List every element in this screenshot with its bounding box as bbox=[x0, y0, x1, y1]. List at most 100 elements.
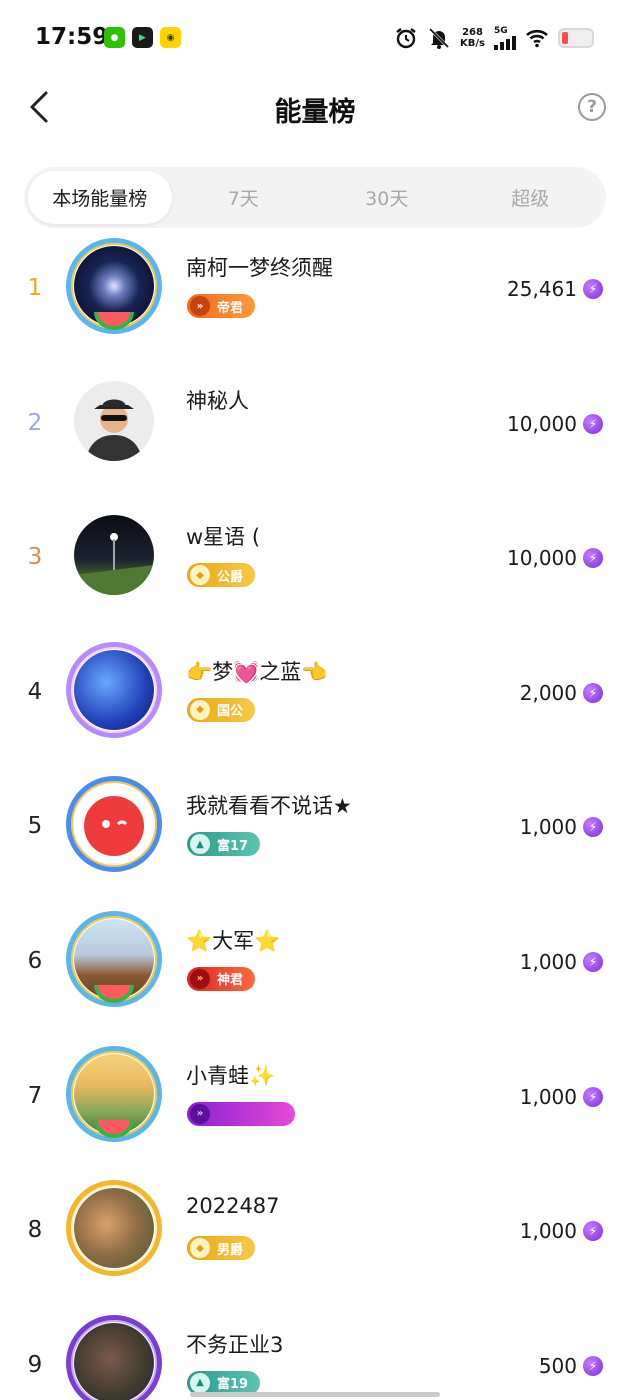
ranking-row[interactable]: 8 2022487 ◆ 男爵 1,000 ⚡ bbox=[0, 1164, 630, 1299]
user-name: 不务正业3 bbox=[186, 1332, 284, 1357]
ranking-row[interactable]: 3 w星语 ( ◆ 公爵 10,000 ⚡ bbox=[0, 491, 630, 626]
avatar[interactable] bbox=[66, 1180, 162, 1280]
energy-score: 1,000 ⚡ bbox=[520, 950, 603, 974]
avatar-image bbox=[74, 1322, 154, 1400]
scroll-indicator bbox=[190, 1392, 440, 1397]
user-name: 我就看看不说话★ bbox=[186, 794, 352, 819]
avatar[interactable] bbox=[66, 373, 162, 473]
diamond-rank-icon: ◆ bbox=[190, 565, 210, 586]
energy-score: 25,461 ⚡ bbox=[507, 277, 603, 301]
badge-label: 国公 bbox=[217, 704, 244, 720]
ranking-row[interactable]: 7 小青蛙✨ » 1,000 ⚡ bbox=[0, 1030, 630, 1165]
alarm-icon bbox=[396, 28, 416, 49]
tab-super[interactable]: 超级 bbox=[459, 171, 603, 224]
energy-lightning-icon: ⚡ bbox=[583, 951, 603, 972]
avatar[interactable] bbox=[66, 910, 162, 1011]
energy-lightning-icon: ⚡ bbox=[583, 548, 603, 569]
avatar-image bbox=[74, 1188, 154, 1269]
watermelon-decoration-icon bbox=[94, 984, 134, 1003]
level-badge: ◆ 男爵 bbox=[187, 1236, 256, 1261]
level-badge: ◆ 公爵 bbox=[187, 563, 256, 588]
energy-score: 1,000 ⚡ bbox=[520, 815, 603, 839]
level-badge: » 帝君 bbox=[187, 294, 256, 318]
ranking-row[interactable]: 1 南柯一梦终须醒 » 帝君 25,461 ⚡ bbox=[0, 222, 630, 357]
status-bar: 17:59 ● ▶ ◉ 268 KB/s 5G bbox=[0, 0, 630, 76]
badge-label: 富19 bbox=[217, 1377, 249, 1393]
level-badge: ◆ 国公 bbox=[187, 697, 256, 722]
tab-30-days[interactable]: 30天 bbox=[315, 171, 459, 224]
rank-number: 6 bbox=[27, 947, 43, 974]
energy-lightning-icon: ⚡ bbox=[583, 817, 603, 838]
signal-icon bbox=[494, 36, 516, 50]
triangle-rank-icon: ▲ bbox=[190, 834, 210, 855]
avatar[interactable] bbox=[66, 776, 162, 876]
ranking-list: 1 南柯一梦终须醒 » 帝君 25,461 ⚡ 2 神秘人 10,000 ⚡ 3… bbox=[0, 222, 630, 1400]
help-button[interactable]: ? bbox=[578, 93, 606, 121]
header: 能量榜 ? bbox=[0, 76, 630, 140]
question-circle-icon: ? bbox=[587, 97, 597, 117]
network-speed: 268 KB/s bbox=[460, 27, 485, 49]
score-value: 25,461 bbox=[507, 277, 577, 301]
energy-lightning-icon: ⚡ bbox=[583, 279, 603, 299]
rank-number: 4 bbox=[27, 678, 43, 705]
badge-label: 富17 bbox=[217, 838, 249, 854]
rank-number: 7 bbox=[27, 1082, 43, 1109]
user-name: ⭐大军⭐ bbox=[186, 928, 281, 953]
energy-lightning-icon: ⚡ bbox=[583, 1221, 603, 1242]
energy-score: 500 ⚡ bbox=[539, 1354, 603, 1378]
level-badge: » bbox=[187, 1101, 295, 1126]
score-value: 1,000 bbox=[519, 949, 577, 974]
energy-lightning-icon: ⚡ bbox=[583, 413, 603, 434]
avatar[interactable] bbox=[66, 1045, 162, 1146]
score-value: 1,000 bbox=[519, 815, 577, 840]
rank-number: 8 bbox=[27, 1217, 43, 1244]
energy-score: 10,000 ⚡ bbox=[507, 412, 603, 436]
score-value: 1,000 bbox=[519, 1084, 577, 1109]
video-app-icon: ▶ bbox=[132, 27, 153, 48]
badge-label: 公爵 bbox=[217, 569, 244, 585]
page-title: 能量榜 bbox=[274, 97, 356, 128]
mystery-person-icon bbox=[74, 380, 154, 461]
ranking-row[interactable]: 4 👉梦💓之蓝👈 ◆ 国公 2,000 ⚡ bbox=[0, 626, 630, 761]
score-value: 10,000 bbox=[507, 546, 577, 571]
score-value: 500 bbox=[538, 1353, 577, 1378]
speed-value: 268 bbox=[462, 27, 483, 38]
ranking-row[interactable]: 9 不务正业3 ▲ 富19 500 ⚡ bbox=[0, 1299, 630, 1400]
ranking-row[interactable]: 6 ⭐大军⭐ » 神君 1,000 ⚡ bbox=[0, 895, 630, 1030]
watermelon-decoration-icon bbox=[94, 1119, 134, 1138]
score-value: 2,000 bbox=[519, 680, 577, 705]
energy-score: 10,000 ⚡ bbox=[507, 546, 603, 570]
tab-7-days[interactable]: 7天 bbox=[172, 171, 316, 224]
avatar-image bbox=[74, 515, 154, 596]
wechat-icon: ● bbox=[104, 27, 125, 48]
rank-number: 3 bbox=[27, 544, 43, 571]
score-value: 10,000 bbox=[507, 411, 577, 436]
status-time: 17:59 bbox=[35, 24, 109, 50]
user-name: 神秘人 bbox=[186, 388, 249, 413]
period-tabs: 本场能量榜 7天 30天 超级 bbox=[24, 167, 606, 228]
badge-label: 男爵 bbox=[217, 1242, 244, 1258]
user-name: 小青蛙✨ bbox=[186, 1063, 276, 1088]
badge-label: 帝君 bbox=[217, 300, 244, 316]
diamond-rank-icon: ◆ bbox=[190, 1238, 210, 1259]
avatar[interactable] bbox=[66, 238, 162, 338]
energy-score: 1,000 ⚡ bbox=[520, 1085, 603, 1109]
mute-bell-icon bbox=[428, 27, 450, 49]
user-name: 2022487 bbox=[186, 1194, 280, 1219]
ranking-row[interactable]: 2 神秘人 10,000 ⚡ bbox=[0, 357, 630, 492]
rank-number: 2 bbox=[27, 409, 43, 436]
score-value: 1,000 bbox=[519, 1219, 577, 1244]
ranking-row[interactable]: 5 我就看看不说话★ ▲ 富17 1,000 ⚡ bbox=[0, 760, 630, 895]
user-name: w星语 ( bbox=[186, 525, 261, 550]
level-badge: » 神君 bbox=[187, 966, 256, 991]
chevron-rank-icon: » bbox=[190, 968, 210, 989]
chevron-rank-icon: » bbox=[190, 296, 210, 316]
tab-current-session[interactable]: 本场能量榜 bbox=[28, 171, 172, 224]
user-name: 👉梦💓之蓝👈 bbox=[186, 659, 328, 684]
energy-score: 2,000 ⚡ bbox=[520, 681, 603, 705]
avatar[interactable] bbox=[66, 1314, 162, 1400]
avatar[interactable] bbox=[66, 507, 162, 607]
avatar-image bbox=[74, 649, 154, 730]
avatar[interactable] bbox=[66, 641, 162, 742]
speed-unit: KB/s bbox=[460, 38, 485, 49]
